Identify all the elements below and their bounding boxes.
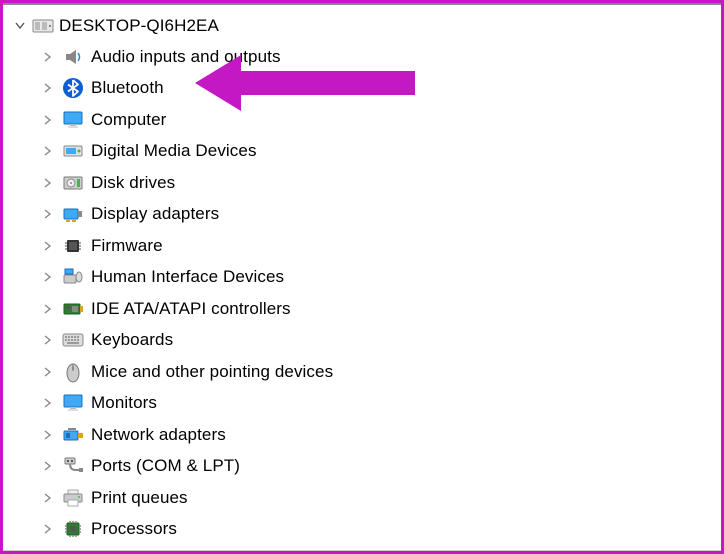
chevron-right-icon[interactable]: [41, 365, 55, 379]
tree-item-disk-drives[interactable]: Disk drives: [11, 167, 721, 199]
chevron-right-icon[interactable]: [41, 333, 55, 347]
tree-item-audio[interactable]: Audio inputs and outputs: [11, 41, 721, 73]
display-adapter-icon: [61, 202, 85, 226]
chevron-right-icon[interactable]: [41, 176, 55, 190]
item-label: Display adapters: [91, 204, 219, 224]
chevron-right-icon[interactable]: [41, 50, 55, 64]
monitor-icon: [61, 391, 85, 415]
disk-drive-icon: [61, 171, 85, 195]
chevron-right-icon[interactable]: [41, 207, 55, 221]
tree-item-keyboards[interactable]: Keyboards: [11, 325, 721, 357]
device-manager-tree-panel: DESKTOP-QI6H2EA Audio inputs and outputs…: [3, 3, 721, 551]
media-device-icon: [61, 139, 85, 163]
chevron-right-icon[interactable]: [41, 144, 55, 158]
item-label: Firmware: [91, 236, 163, 256]
tree-item-firmware[interactable]: Firmware: [11, 230, 721, 262]
item-label: Keyboards: [91, 330, 173, 350]
speaker-icon: [61, 45, 85, 69]
tree-item-hid[interactable]: Human Interface Devices: [11, 262, 721, 294]
tree-item-network[interactable]: Network adapters: [11, 419, 721, 451]
firmware-chip-icon: [61, 234, 85, 258]
bluetooth-icon: [61, 76, 85, 100]
tree-item-bluetooth[interactable]: Bluetooth: [11, 73, 721, 105]
ports-icon: [61, 454, 85, 478]
item-label: Digital Media Devices: [91, 141, 257, 161]
chevron-right-icon[interactable]: [41, 428, 55, 442]
computer-root-icon: [31, 14, 55, 38]
tree-item-print-queues[interactable]: Print queues: [11, 482, 721, 514]
tree-item-mice[interactable]: Mice and other pointing devices: [11, 356, 721, 388]
item-label: IDE ATA/ATAPI controllers: [91, 299, 291, 319]
keyboard-icon: [61, 328, 85, 352]
item-label: Human Interface Devices: [91, 267, 284, 287]
chevron-right-icon[interactable]: [41, 459, 55, 473]
tree-item-ide[interactable]: IDE ATA/ATAPI controllers: [11, 293, 721, 325]
item-label: Network adapters: [91, 425, 226, 445]
chevron-right-icon[interactable]: [41, 270, 55, 284]
processor-chip-icon: [61, 517, 85, 541]
network-adapter-icon: [61, 423, 85, 447]
tree-item-display-adapters[interactable]: Display adapters: [11, 199, 721, 231]
tree-root-node[interactable]: DESKTOP-QI6H2EA: [11, 11, 721, 41]
monitor-icon: [61, 108, 85, 132]
chevron-right-icon[interactable]: [41, 491, 55, 505]
root-label: DESKTOP-QI6H2EA: [59, 16, 219, 36]
tree-item-monitors[interactable]: Monitors: [11, 388, 721, 420]
item-label: Bluetooth: [91, 78, 164, 98]
chevron-right-icon[interactable]: [41, 396, 55, 410]
chevron-down-icon[interactable]: [13, 19, 27, 33]
item-label: Disk drives: [91, 173, 175, 193]
item-label: Monitors: [91, 393, 157, 413]
item-label: Processors: [91, 519, 177, 539]
mouse-icon: [61, 360, 85, 384]
item-label: Computer: [91, 110, 166, 130]
chevron-right-icon[interactable]: [41, 113, 55, 127]
tree-item-computer[interactable]: Computer: [11, 104, 721, 136]
tree-item-processors[interactable]: Processors: [11, 514, 721, 546]
hid-icon: [61, 265, 85, 289]
chevron-right-icon[interactable]: [41, 522, 55, 536]
tree-item-digital-media[interactable]: Digital Media Devices: [11, 136, 721, 168]
item-label: Ports (COM & LPT): [91, 456, 240, 476]
ide-controller-icon: [61, 297, 85, 321]
chevron-right-icon[interactable]: [41, 302, 55, 316]
item-label: Mice and other pointing devices: [91, 362, 333, 382]
item-label: Audio inputs and outputs: [91, 47, 281, 67]
item-label: Print queues: [91, 488, 188, 508]
tree-item-ports[interactable]: Ports (COM & LPT): [11, 451, 721, 483]
chevron-right-icon[interactable]: [41, 239, 55, 253]
printer-icon: [61, 486, 85, 510]
chevron-right-icon[interactable]: [41, 81, 55, 95]
